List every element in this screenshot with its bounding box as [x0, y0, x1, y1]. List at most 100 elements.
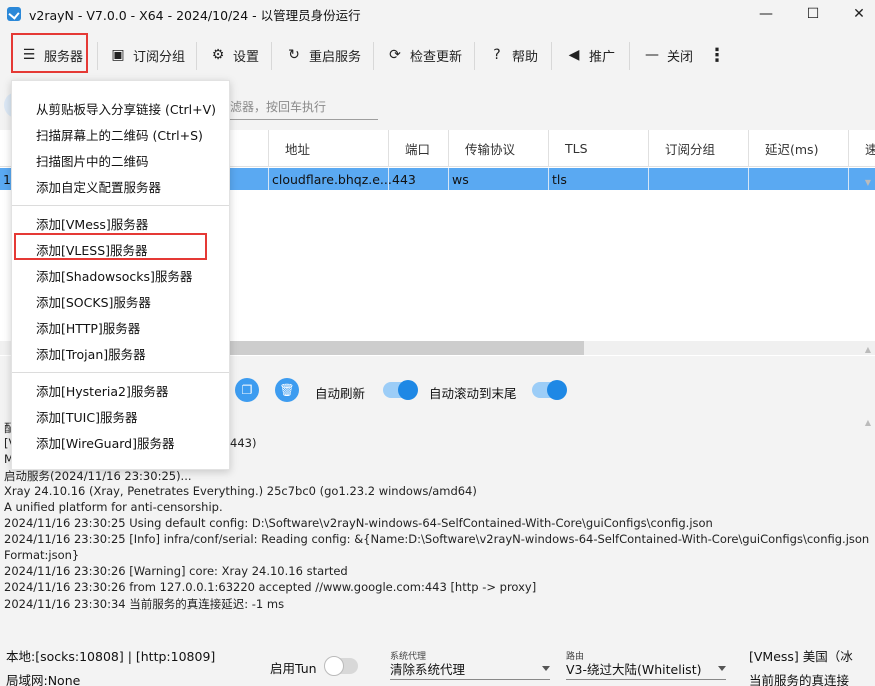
local-ports-text: 本地:[socks:10808] | [http:10809] — [6, 649, 216, 664]
menu-item-add-hysteria2[interactable]: 添加[Hysteria2]服务器 — [12, 377, 229, 403]
update-icon: ⟳ — [389, 47, 401, 63]
restart-service-button[interactable]: ↻ 重启服务 — [285, 38, 361, 72]
column-header-address[interactable]: 地址 — [268, 130, 388, 167]
help-button[interactable]: ? 帮助 — [488, 38, 538, 72]
copy-icon: ❐ — [241, 383, 253, 397]
check-update-label: 检查更新 — [410, 49, 463, 65]
row-transport: ws — [448, 168, 548, 190]
speaker-icon: ◀ — [568, 47, 580, 63]
column-header-transport[interactable]: 传输协议 — [448, 130, 548, 167]
lan-text: 局域网:None — [6, 673, 81, 686]
vless-highlight-box — [14, 233, 207, 260]
system-proxy-value: 清除系统代理 — [390, 662, 466, 677]
row-tls: tls — [548, 168, 648, 190]
close-window-button[interactable]: ✕ — [836, 0, 875, 28]
log-line: Format:json} — [4, 548, 80, 562]
filter-input[interactable]: 滤器，按回车执行 — [230, 94, 378, 120]
current-server-text: [VMess] 美国（冰 — [749, 649, 853, 664]
auto-refresh-toggle[interactable] — [383, 380, 418, 400]
help-label: 帮助 — [512, 49, 539, 65]
column-header-port[interactable]: 端口 — [388, 130, 448, 167]
toggle-knob — [547, 380, 567, 400]
main-toolbar: ☰ 服务器 ▣ 订阅分组 ⚙ 设置 ↻ 重启服务 ⟳ 检查更新 ? 帮助 ◀ 推… — [0, 28, 875, 84]
row-address: cloudflare.bhqz.e... — [268, 168, 392, 190]
servers-dropdown-menu: 从剪贴板导入分享链接 (Ctrl+V) 扫描屏幕上的二维码 (Ctrl+S) 扫… — [11, 80, 230, 470]
menu-item-add-trojan[interactable]: 添加[Trojan]服务器 — [12, 340, 229, 366]
tun-toggle[interactable] — [324, 656, 358, 676]
close-app-button[interactable]: — 关闭 — [643, 38, 693, 72]
scrollbar-thumb[interactable] — [228, 341, 584, 355]
toggle-knob — [324, 656, 344, 676]
log-line: Xray 24.10.16 (Xray, Penetrates Everythi… — [4, 484, 477, 498]
chevron-down-icon — [718, 666, 726, 671]
servers-highlight-box — [11, 33, 88, 73]
minus-icon: — — [645, 47, 659, 63]
column-header-delay[interactable]: 延迟(ms) — [748, 130, 848, 167]
menu-item-add-custom[interactable]: 添加自定义配置服务器 — [12, 173, 229, 199]
menu-item-add-tuic[interactable]: 添加[TUIC]服务器 — [12, 403, 229, 429]
grid-scroll-up-arrow[interactable]: ▲ — [865, 345, 871, 354]
status-bar: 本地:[socks:10808] | [http:10809] 局域网:None… — [0, 636, 875, 686]
copy-log-button[interactable]: ❐ — [235, 378, 259, 402]
close-app-label: 关闭 — [667, 49, 694, 65]
subscription-group-label: 订阅分组 — [133, 49, 186, 65]
toolbar-divider — [474, 42, 475, 70]
toggle-knob — [398, 380, 418, 400]
subscription-icon: ▣ — [111, 47, 125, 63]
log-line: 2024/11/16 23:30:25 Using default config… — [4, 516, 713, 530]
tun-label: 启用Tun — [270, 661, 317, 676]
check-update-button[interactable]: ⟳ 检查更新 — [386, 38, 462, 72]
menu-item-add-shadowsocks[interactable]: 添加[Shadowsocks]服务器 — [12, 262, 229, 288]
auto-refresh-label: 自动刷新 — [315, 386, 366, 401]
gear-icon: ⚙ — [211, 47, 225, 63]
log-line: 2024/11/16 23:30:26 [Warning] core: Xray… — [4, 564, 348, 578]
routing-value: V3-绕过大陆(Whitelist) — [566, 662, 702, 677]
menu-item-add-wireguard[interactable]: 添加[WireGuard]服务器 — [12, 429, 229, 455]
restart-service-label: 重启服务 — [309, 49, 362, 65]
log-line: A unified platform for anti-censorship. — [4, 500, 223, 514]
help-icon: ? — [493, 47, 501, 63]
promotion-button[interactable]: ◀ 推广 — [565, 38, 615, 72]
auto-scroll-toggle[interactable] — [532, 380, 567, 400]
row-subscription — [648, 168, 748, 190]
toolbar-divider — [629, 42, 630, 70]
chevron-down-icon — [542, 666, 550, 671]
promotion-label: 推广 — [589, 49, 616, 65]
toolbar-divider — [271, 42, 272, 70]
settings-label: 设置 — [233, 49, 260, 65]
routing-select[interactable]: V3-绕过大陆(Whitelist) — [566, 658, 726, 680]
log-line: 2024/11/16 23:30:25 [Info] infra/conf/se… — [4, 532, 870, 546]
menu-item-add-http[interactable]: 添加[HTTP]服务器 — [12, 314, 229, 340]
title-bar: v2rayN - V7.0.0 - X64 - 2024/10/24 - 以管理… — [0, 0, 875, 28]
minimize-button[interactable]: — — [743, 0, 789, 28]
clear-log-button[interactable]: 🗑 — [275, 378, 299, 402]
menu-divider — [12, 372, 229, 373]
log-line: 启动服务(2024/11/16 23:30:25)... — [4, 469, 192, 483]
grid-scroll-down-arrow[interactable]: ▼ — [865, 178, 871, 187]
toolbar-divider — [551, 42, 552, 70]
log-line: 2024/11/16 23:30:34 当前服务的真连接延迟: -1 ms — [4, 597, 285, 611]
maximize-button[interactable]: ☐ — [790, 0, 836, 28]
subscription-group-button[interactable]: ▣ 订阅分组 — [109, 38, 185, 72]
column-header-subscription[interactable]: 订阅分组 — [648, 130, 748, 167]
log-line: 2024/11/16 23:30:26 from 127.0.0.1:63220… — [4, 580, 537, 594]
auto-scroll-label: 自动滚动到末尾 — [429, 386, 517, 401]
menu-item-scan-screen-qr[interactable]: 扫描屏幕上的二维码 (Ctrl+S) — [12, 121, 229, 147]
menu-item-add-socks[interactable]: 添加[SOCKS]服务器 — [12, 288, 229, 314]
column-header-speed[interactable]: 速 — [848, 130, 875, 167]
menu-item-scan-image-qr[interactable]: 扫描图片中的二维码 — [12, 147, 229, 173]
column-header-tls[interactable]: TLS — [548, 130, 648, 167]
log-line-tail: 443) — [230, 436, 257, 450]
current-delay-text: 当前服务的真连接 — [749, 673, 850, 686]
scroll-up-arrow[interactable]: ▲ — [865, 418, 871, 427]
settings-button[interactable]: ⚙ 设置 — [209, 38, 259, 72]
toolbar-divider — [97, 42, 98, 70]
window-title: v2rayN - V7.0.0 - X64 - 2024/10/24 - 以管理… — [29, 7, 361, 23]
toolbar-divider — [196, 42, 197, 70]
restart-icon: ↻ — [288, 47, 300, 63]
system-proxy-select[interactable]: 清除系统代理 — [390, 658, 550, 680]
menu-item-import-clipboard[interactable]: 从剪贴板导入分享链接 (Ctrl+V) — [12, 95, 229, 121]
more-options-button[interactable]: ⋮ — [708, 38, 726, 72]
row-delay — [748, 168, 848, 190]
trash-icon: 🗑 — [279, 383, 295, 397]
